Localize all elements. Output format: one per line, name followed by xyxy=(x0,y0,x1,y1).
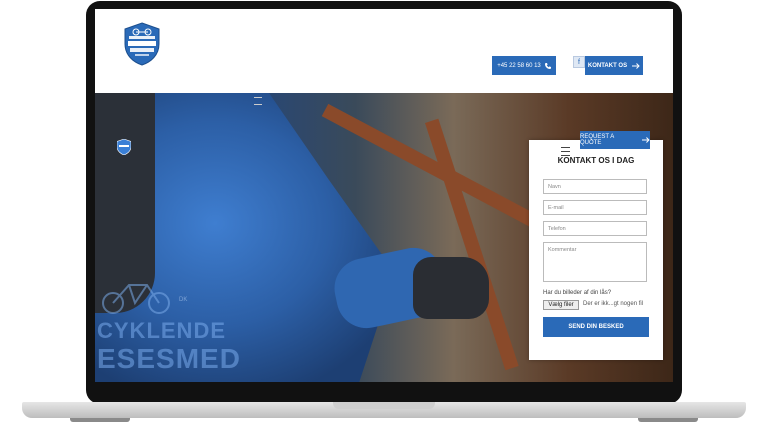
choose-files-button[interactable]: Vælg filer xyxy=(543,300,579,310)
contact-button[interactable]: KONTAKT OS xyxy=(585,56,643,75)
name-field[interactable]: Navn xyxy=(543,179,647,194)
laptop-foot-right xyxy=(638,418,698,422)
send-message-button[interactable]: SEND DIN BESKED xyxy=(543,317,649,337)
request-quote-button[interactable]: REQUEST A QUOTE xyxy=(580,131,650,149)
form-title: KONTAKT OS I DAG xyxy=(557,156,635,165)
jacket-logo-icon xyxy=(117,139,131,155)
laptop-foot-left xyxy=(70,418,130,422)
comment-field[interactable]: Kommentar xyxy=(543,242,647,282)
watermark-text-line1: CYKLENDE xyxy=(97,318,227,343)
email-placeholder: E-mail xyxy=(548,205,564,211)
watermark-text-line2: ESESMED xyxy=(97,343,241,374)
hamburger-menu-icon[interactable] xyxy=(561,147,570,156)
site-header: +45 22 58 60 13 f KONTAKT OS xyxy=(95,9,673,93)
bicycle-watermark-icon xyxy=(102,284,170,314)
hero-menu-icon xyxy=(254,97,262,105)
phone-button[interactable]: +45 22 58 60 13 xyxy=(492,56,556,75)
arrow-right-icon xyxy=(642,137,650,143)
email-field[interactable]: E-mail xyxy=(543,200,647,215)
background-railing-post xyxy=(425,118,519,371)
arrow-right-icon xyxy=(632,62,640,69)
person-glove xyxy=(413,257,489,319)
facebook-icon[interactable]: f xyxy=(573,56,585,68)
phone-icon xyxy=(544,62,551,69)
file-upload-question: Har du billeder af din lås? xyxy=(543,290,612,296)
watermark-sub: DK xyxy=(179,297,188,303)
phone-button-label: +45 22 58 60 13 xyxy=(497,62,541,69)
laptop-base-notch xyxy=(333,402,435,409)
website-screen: +45 22 58 60 13 f KONTAKT OS DK CYKLENDE… xyxy=(95,9,673,382)
name-placeholder: Navn xyxy=(548,184,561,190)
request-quote-label: REQUEST A QUOTE xyxy=(580,134,614,146)
contact-button-label: KONTAKT OS xyxy=(587,62,628,69)
file-none-text: Der er ikk...gt nogen fil xyxy=(583,301,644,307)
comment-placeholder: Kommentar xyxy=(548,247,577,253)
logo-icon[interactable] xyxy=(123,22,161,66)
phone-field[interactable]: Telefon xyxy=(543,221,647,236)
phone-placeholder: Telefon xyxy=(548,226,566,232)
